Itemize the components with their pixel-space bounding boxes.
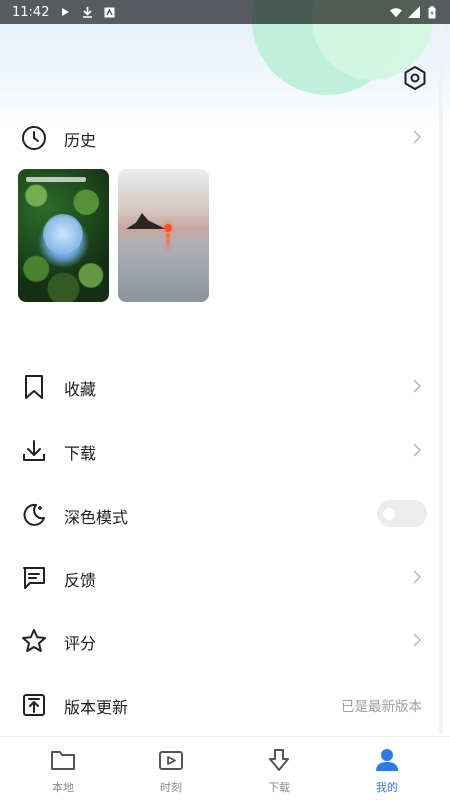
- collect-label: 收藏: [64, 380, 97, 399]
- status-time: 11:42: [12, 4, 50, 20]
- update-status-text: 已是最新版本: [341, 699, 422, 715]
- settings-button[interactable]: [400, 63, 430, 93]
- message-icon: [20, 564, 48, 592]
- feedback-row[interactable]: 反馈: [0, 552, 440, 602]
- download-notification-icon: [81, 6, 93, 18]
- wifi-icon: [390, 6, 402, 18]
- tab-label: 下载: [268, 781, 290, 794]
- toggle-knob: [383, 508, 395, 520]
- chevron-right-icon: [410, 130, 424, 144]
- history-label: 历史: [64, 131, 97, 150]
- tab-label: 本地: [52, 781, 74, 794]
- tab-moments[interactable]: 时刻: [131, 747, 211, 797]
- update-row[interactable]: 版本更新 已是最新版本: [0, 679, 440, 729]
- upload-box-icon: [20, 691, 48, 719]
- history-thumbnails: [18, 169, 209, 302]
- video-icon: [157, 747, 185, 773]
- play-icon: [59, 6, 71, 18]
- chevron-right-icon: [410, 443, 424, 457]
- tab-download[interactable]: 下载: [239, 747, 319, 797]
- rate-label: 评分: [64, 634, 97, 653]
- clock-icon: [20, 124, 48, 152]
- dark-mode-row: 深色模式: [0, 489, 440, 539]
- history-thumbnail-sunset[interactable]: [118, 169, 209, 302]
- chevron-right-icon: [410, 379, 424, 393]
- person-icon: [373, 747, 401, 773]
- status-bar: 11:42: [0, 0, 450, 24]
- star-icon: [20, 627, 48, 655]
- chevron-right-icon: [410, 570, 424, 584]
- tab-mine[interactable]: 我的: [347, 747, 427, 797]
- bottom-tab-bar: 本地 时刻 下载 我的: [0, 736, 450, 800]
- dark-mode-toggle[interactable]: [377, 500, 427, 527]
- download-label: 下载: [64, 444, 97, 463]
- download-row[interactable]: 下载: [0, 425, 440, 475]
- folder-icon: [49, 747, 77, 773]
- bookmark-icon: [20, 373, 48, 401]
- gear-icon: [404, 66, 426, 90]
- moon-icon: [20, 501, 48, 529]
- scrollbar[interactable]: [439, 24, 443, 734]
- update-label: 版本更新: [64, 698, 129, 717]
- history-thumbnail-forest[interactable]: [18, 169, 109, 302]
- chevron-right-icon: [410, 633, 424, 647]
- tab-label: 时刻: [160, 781, 182, 794]
- dark-mode-label: 深色模式: [64, 508, 129, 527]
- app-notification-icon: [103, 6, 115, 18]
- rate-row[interactable]: 评分: [0, 615, 440, 665]
- history-row[interactable]: 历史: [0, 112, 440, 162]
- tab-local[interactable]: 本地: [23, 747, 103, 797]
- collect-row[interactable]: 收藏: [0, 361, 440, 411]
- feedback-label: 反馈: [64, 571, 97, 590]
- download-icon: [20, 437, 48, 465]
- battery-icon: [426, 5, 438, 18]
- signal-icon: [408, 6, 420, 18]
- tab-label: 我的: [376, 781, 398, 794]
- download-arrow-icon: [265, 747, 293, 773]
